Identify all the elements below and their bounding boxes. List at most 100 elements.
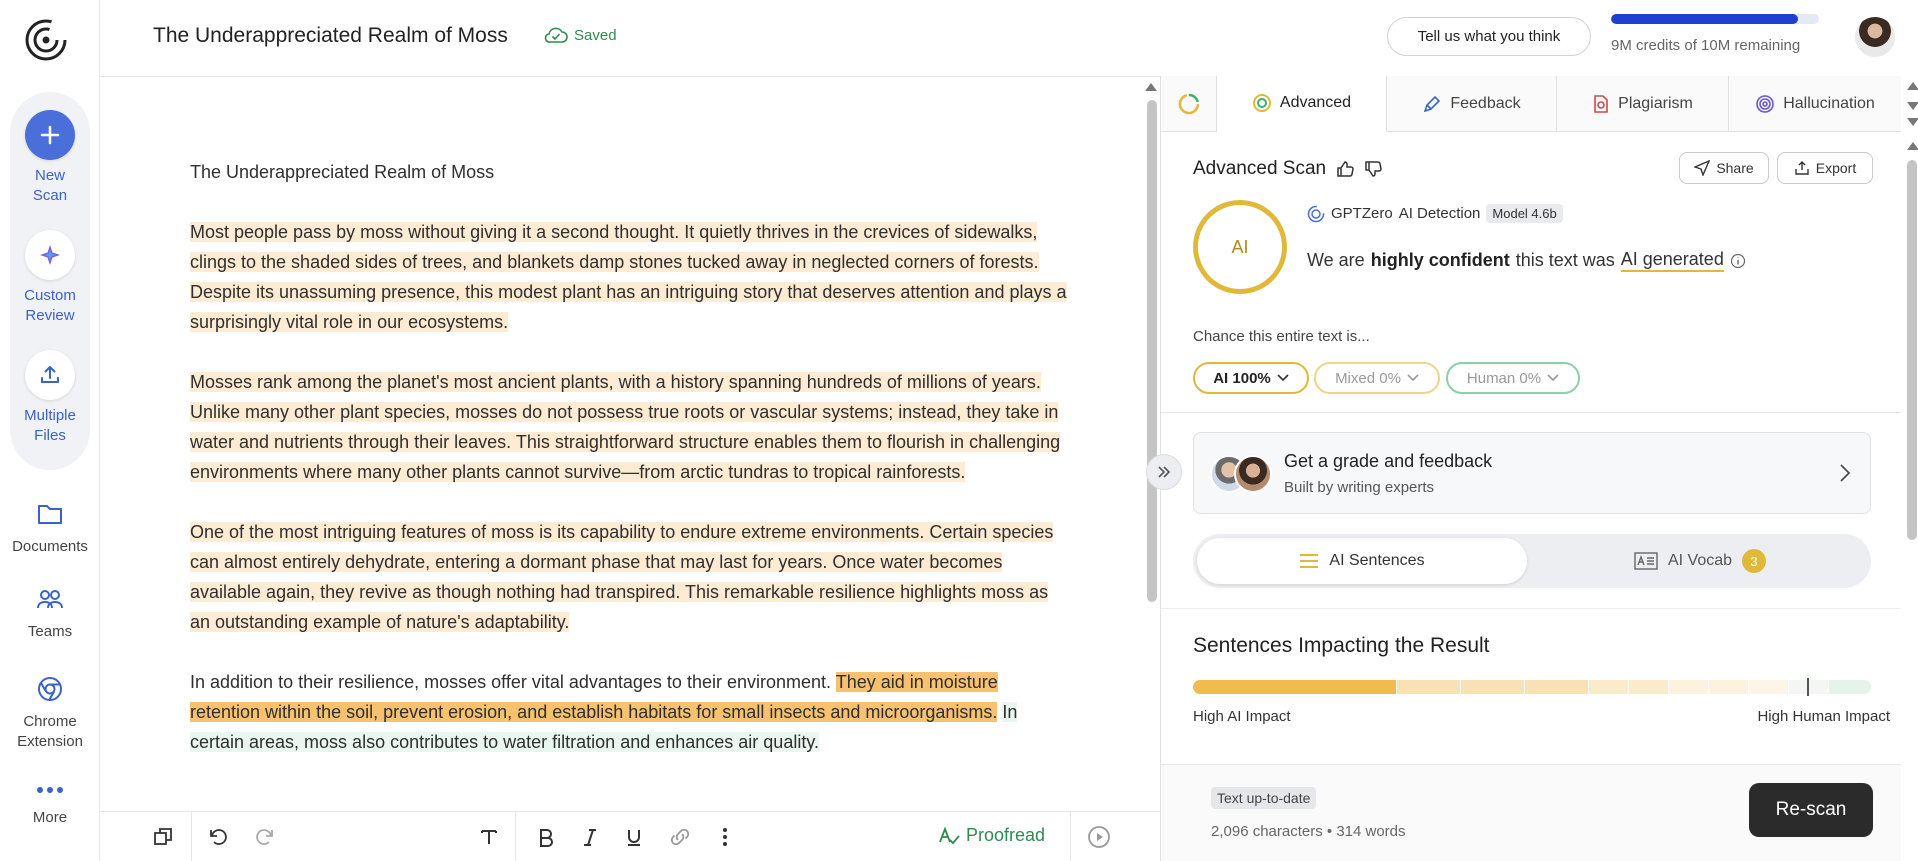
impact-segment xyxy=(1828,680,1871,694)
info-icon[interactable] xyxy=(1730,253,1746,269)
impact-left-label: High AI Impact xyxy=(1193,708,1291,725)
ai-percent-dropdown[interactable]: AI 100% xyxy=(1193,362,1309,394)
lines-icon xyxy=(1300,554,1319,568)
share-button[interactable]: Share xyxy=(1679,152,1769,184)
avatar[interactable] xyxy=(1855,17,1895,57)
custom-review-button[interactable]: Custom Review xyxy=(0,230,100,326)
verdict-result: AI generated xyxy=(1620,249,1724,272)
ai-sentences-toggle[interactable]: AI Sentences xyxy=(1197,538,1527,584)
chance-label: Chance this entire text is... xyxy=(1193,328,1370,345)
underline-icon[interactable] xyxy=(621,824,647,850)
status-badge: Text up-to-date xyxy=(1211,787,1317,809)
editor-scrollbar[interactable] xyxy=(1147,100,1157,602)
editor-toolbar: Proofread xyxy=(100,811,1160,861)
advanced-scan-title: Advanced Scan xyxy=(1193,158,1327,179)
redo-icon[interactable] xyxy=(251,824,277,850)
impact-segment xyxy=(1193,680,1396,694)
proofread-label: Proofread xyxy=(966,825,1046,845)
tab-plagiarism[interactable]: Plagiarism xyxy=(1557,76,1729,132)
tabs-scroll-down-arrow[interactable] xyxy=(1907,102,1918,110)
tab-feedback[interactable]: Feedback xyxy=(1387,76,1557,132)
thumbs-down-icon[interactable] xyxy=(1364,160,1382,178)
bold-icon[interactable] xyxy=(533,824,559,850)
documents-label: Documents xyxy=(12,538,88,555)
sidebar-item-more[interactable]: More xyxy=(0,778,100,828)
tab-plagiarism-label: Plagiarism xyxy=(1618,95,1693,112)
impact-segment xyxy=(1588,680,1628,694)
document-title[interactable]: The Underappreciated Realm of Moss xyxy=(153,24,508,48)
ai-vocab-toggle[interactable]: AI Vocab 3 xyxy=(1533,538,1867,584)
undo-icon[interactable] xyxy=(206,824,232,850)
editor-heading: The Underappreciated Realm of Moss xyxy=(190,162,495,182)
ai-sentence[interactable]: Despite its unassuming presence, this mo… xyxy=(190,282,1067,332)
left-sidebar: New Scan Custom Review Multiple Files Do… xyxy=(0,0,100,861)
toolbar-divider xyxy=(191,812,192,861)
tabs-scroll-down-arrow[interactable] xyxy=(1907,118,1918,126)
export-button[interactable]: Export xyxy=(1777,152,1873,184)
multiple-files-button[interactable]: Multiple Files xyxy=(0,350,100,446)
toolbar-divider xyxy=(1070,812,1071,861)
italic-icon[interactable] xyxy=(577,824,603,850)
sidebar-item-documents[interactable]: Documents xyxy=(0,497,100,557)
text-editor[interactable]: The Underappreciated Realm of Moss Most … xyxy=(100,77,1160,811)
text-style-icon[interactable] xyxy=(476,824,502,850)
gptzero-logo-icon[interactable] xyxy=(24,18,68,62)
model-badge: Model 4.6b xyxy=(1486,204,1563,223)
more-options-icon[interactable] xyxy=(712,824,738,850)
verdict-confidence: highly confident xyxy=(1370,250,1510,270)
panel-scroll-up-arrow[interactable] xyxy=(1907,142,1918,150)
human-percent-dropdown[interactable]: Human 0% xyxy=(1446,362,1580,394)
new-scan-button[interactable]: New Scan xyxy=(0,110,100,206)
tabs-scroll-up-arrow[interactable] xyxy=(1907,82,1918,90)
tab-advanced[interactable]: Advanced xyxy=(1217,76,1387,132)
sidebar-item-teams[interactable]: Teams xyxy=(0,582,100,642)
folder-icon xyxy=(0,497,100,531)
advanced-scan-header: Advanced Scan xyxy=(1193,158,1382,180)
panel-scrollbar[interactable] xyxy=(1907,160,1917,540)
chrome-icon xyxy=(0,672,100,706)
rescan-button[interactable]: Re-scan xyxy=(1749,783,1873,837)
collapse-panel-button[interactable] xyxy=(1146,454,1182,490)
panel-footer: Text up-to-date 2,096 characters • 314 w… xyxy=(1161,764,1901,861)
thumbs-up-icon[interactable] xyxy=(1336,160,1354,178)
panel-divider xyxy=(1161,608,1901,609)
copy-icon[interactable] xyxy=(150,824,176,850)
impact-segment xyxy=(1628,680,1668,694)
detector-info: GPTZero AI Detection Model 4.6b xyxy=(1307,204,1563,223)
plain-sentence[interactable]: In addition to their resilience, mosses … xyxy=(190,672,836,692)
tab-feedback-label: Feedback xyxy=(1450,95,1521,112)
editor-content[interactable]: The Underappreciated Realm of Moss Most … xyxy=(190,157,1070,787)
play-icon[interactable] xyxy=(1086,824,1112,850)
impact-segment xyxy=(1748,680,1788,694)
mixed-percent-dropdown[interactable]: Mixed 0% xyxy=(1314,362,1440,394)
sparkle-icon xyxy=(25,230,75,280)
link-icon[interactable] xyxy=(667,824,693,850)
ai-sentence[interactable]: Mosses rank among the planet's most anci… xyxy=(190,372,1041,392)
ai-vocab-label: AI Vocab xyxy=(1667,552,1733,569)
gptzero-mark-icon xyxy=(1307,205,1325,222)
sidebar-item-chrome-extension[interactable]: Chrome Extension xyxy=(0,672,100,752)
export-label: Export xyxy=(1815,160,1857,176)
paragraph-2: Mosses rank among the planet's most anci… xyxy=(190,367,1070,487)
tab-hallucination-label: Hallucination xyxy=(1783,95,1875,112)
proofread-button[interactable]: Proofread xyxy=(938,825,1045,846)
ai-sentence[interactable]: One of the most intriguing features of m… xyxy=(190,522,925,542)
impact-segment xyxy=(1708,680,1748,694)
grade-title: Get a grade and feedback xyxy=(1284,451,1493,471)
result-view-toggle: AI Sentences AI Vocab 3 xyxy=(1193,534,1871,588)
editor-scroll-up-arrow[interactable] xyxy=(1145,83,1157,91)
send-icon xyxy=(1694,160,1711,176)
double-chevron-right-icon xyxy=(1158,466,1171,478)
grade-feedback-card[interactable]: Get a grade and feedback Built by writin… xyxy=(1193,432,1871,514)
impact-title: Sentences Impacting the Result xyxy=(1193,634,1490,657)
ai-sentence[interactable]: Most people pass by moss without giving … xyxy=(190,222,680,242)
impact-segment xyxy=(1668,680,1708,694)
team-icon xyxy=(0,582,100,616)
vocab-count-badge: 3 xyxy=(1742,549,1767,573)
loading-spinner-icon xyxy=(1161,76,1217,132)
tell-us-feedback-button[interactable]: Tell us what you think xyxy=(1387,17,1591,56)
chevron-right-icon xyxy=(1840,464,1850,482)
credits-remaining-text: 9M credits of 10M remaining xyxy=(1611,37,1801,54)
impact-segment xyxy=(1524,680,1588,694)
tab-hallucination[interactable]: Hallucination xyxy=(1729,76,1901,132)
